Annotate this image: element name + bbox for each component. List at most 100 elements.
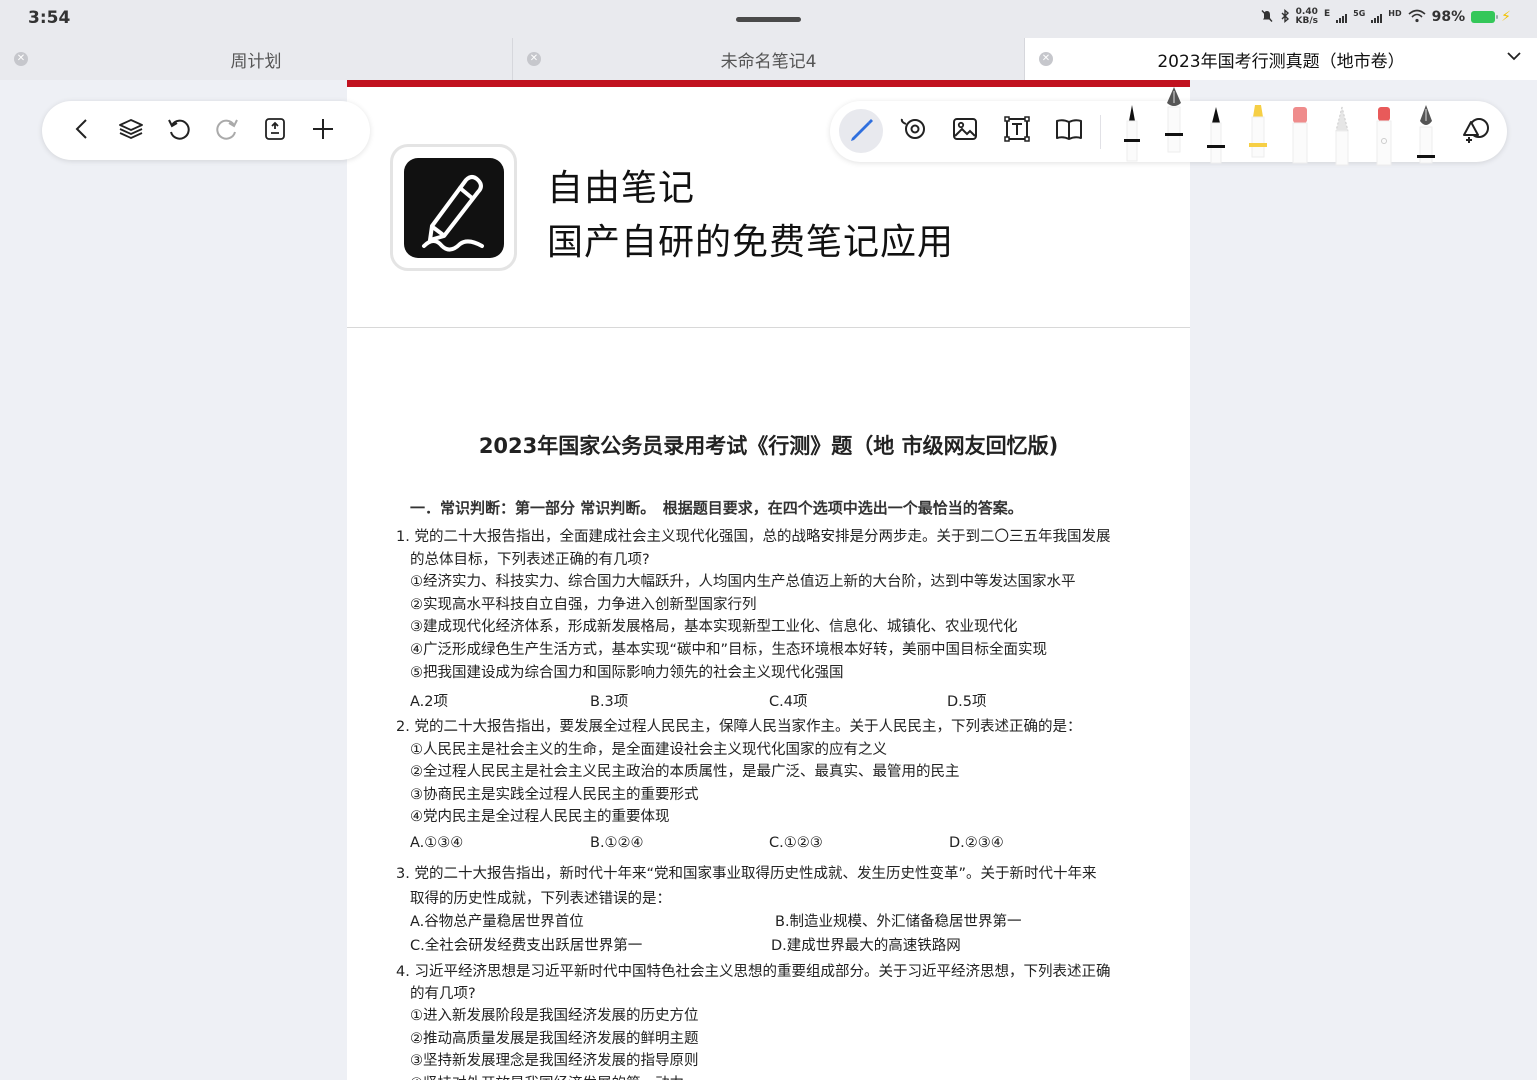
page-settings-button[interactable] xyxy=(260,116,290,146)
undo-button[interactable] xyxy=(164,116,194,146)
question-4-item: ①进入新发展阶段是我国经济发展的历史方位 xyxy=(410,1008,699,1024)
layers-button[interactable] xyxy=(116,116,146,146)
question-2-option-c: C.①②③ xyxy=(769,835,823,851)
toolbar-separator xyxy=(1100,115,1101,149)
banner-subtitle: 国产自研的免费笔记应用 xyxy=(547,222,955,263)
lasso-icon xyxy=(898,114,928,148)
question-4-item: ③坚持新发展理念是我国经济发展的指导原则 xyxy=(410,1053,699,1069)
question-1-option-d: D.5项 xyxy=(947,694,987,710)
signal-icon xyxy=(1336,11,1348,23)
question-1-option-c: C.4项 xyxy=(769,694,808,710)
redo-button[interactable] xyxy=(212,116,242,146)
calligraphy-pen[interactable] xyxy=(1411,99,1441,169)
mute-icon xyxy=(1260,9,1274,26)
close-icon[interactable]: ✕ xyxy=(527,52,541,66)
tab-bar: ✕ 周计划 ✕ 未命名笔记4 ✕ 2023年国考行测真题（地市卷） xyxy=(0,38,1537,80)
layers-icon xyxy=(118,116,144,146)
question-3-option-a: A.谷物总产量稳居世界首位 xyxy=(410,914,584,930)
charging-icon: ⚡ xyxy=(1501,9,1511,25)
eraser-tool[interactable] xyxy=(1285,105,1315,175)
question-4-item: ②推动高质量发展是我国经济发展的鲜明主题 xyxy=(410,1031,699,1047)
question-1-item: ④广泛形成绿色生产生活方式，基本实现“碳中和”目标，生态环境根本好转，美丽中国目… xyxy=(410,642,1048,658)
back-chevron-icon xyxy=(70,116,96,146)
tab-weekly-plan[interactable]: ✕ 周计划 xyxy=(0,38,513,80)
close-icon[interactable]: ✕ xyxy=(14,52,28,66)
multitask-grabber[interactable] xyxy=(736,17,801,22)
question-4-item: ④坚持对外开放是我国经济发展的第一动力 xyxy=(410,1072,684,1080)
add-icon xyxy=(310,116,336,146)
status-indicators: 0.40 KB/s E 5G HD 98% ⚡ xyxy=(1260,8,1511,26)
question-1-option-a: A.2项 xyxy=(410,694,448,710)
text-box-button[interactable] xyxy=(995,109,1039,153)
status-bar: 3:54 0.40 KB/s E 5G HD 98% ⚡ xyxy=(0,0,1537,38)
ballpoint-pen[interactable] xyxy=(1201,103,1231,173)
question-2-option-d: D.②③④ xyxy=(949,835,1004,851)
banner-title: 自由笔记 xyxy=(547,168,696,209)
right-toolbar xyxy=(830,87,1507,166)
question-2-option-b: B.①②④ xyxy=(590,835,644,851)
section-heading: 一．常识判断：第一部分 常识判断。 根据题目要求，在四个选项中选出一个最恰当的答… xyxy=(410,499,1023,517)
exam-title: 2023年国家公务员录用考试《行测》题（地 市级网友回忆版) xyxy=(478,434,1059,458)
page-settings-icon xyxy=(262,116,288,146)
image-icon xyxy=(950,114,980,148)
question-3-option-c: C.全社会研发经费支出跃居世界第一 xyxy=(410,938,643,954)
lasso-button[interactable] xyxy=(891,109,935,153)
status-time: 3:54 xyxy=(28,8,71,28)
left-toolbar xyxy=(42,101,370,160)
text-box-icon xyxy=(1002,114,1032,148)
net-type: E xyxy=(1324,9,1331,19)
question-1-item: ②实现高水平科技自立自强，力争进入创新型国家行列 xyxy=(410,597,757,613)
redo-icon xyxy=(214,116,240,146)
signal-2-icon xyxy=(1371,11,1383,23)
back-button[interactable] xyxy=(68,116,98,146)
question-3-line1: 3. 党的二十大报告指出，新时代十年来“党和国家事业取得历史性成就、发生历史性变… xyxy=(396,866,1097,882)
question-2-option-a: A.①③④ xyxy=(410,835,464,851)
shapes-button[interactable] xyxy=(1454,109,1498,153)
battery-icon xyxy=(1471,11,1499,23)
shapes-icon xyxy=(1461,114,1491,148)
net-speed: 0.40 KB/s xyxy=(1295,7,1318,26)
battery-percent: 98% xyxy=(1431,9,1466,25)
question-3-option-b: B.制造业规模、外汇储备稳居世界第一 xyxy=(775,914,1022,930)
app-logo-frame xyxy=(390,144,517,271)
question-1-item: ①经济实力、科技实力、综合国力大幅跃升，人均国内生产总值迈上新的大台阶，达到中等… xyxy=(410,574,1076,590)
book-icon xyxy=(1054,114,1084,148)
book-button[interactable] xyxy=(1047,109,1091,153)
hd-label: HD xyxy=(1388,8,1402,18)
tab-exam-doc[interactable]: ✕ 2023年国考行测真题（地市卷） xyxy=(1025,38,1537,80)
question-2-line1: 2. 党的二十大报告指出，要发展全过程人民民主，保障人民当家作主。关于人民民主，… xyxy=(396,719,1082,735)
question-1-line1: 1. 党的二十大报告指出，全面建成社会主义现代化强国，总的战略安排是分两步走。关… xyxy=(396,529,1111,545)
page-top-accent xyxy=(347,80,1190,87)
image-button[interactable] xyxy=(943,109,987,153)
tab-untitled-note[interactable]: ✕ 未命名笔记4 xyxy=(513,38,1025,80)
question-1-item: ⑤把我国建设成为综合国力和国际影响力领先的社会主义现代化强国 xyxy=(410,665,844,681)
add-page-button[interactable] xyxy=(308,116,338,146)
question-3-line2: 取得的历史性成就，下列表述错误的是： xyxy=(410,891,671,907)
document-page[interactable]: 自由笔记 国产自研的免费笔记应用 2023年国家公务员录用考试《行测》题（地 市… xyxy=(347,87,1190,1080)
question-1-item: ③建成现代化经济体系，形成新发展格局，基本实现新型工业化、信息化、城镇化、农业现… xyxy=(410,619,1018,635)
tab-label: 2023年国考行测真题（地市卷） xyxy=(1157,51,1405,72)
undo-icon xyxy=(166,116,192,146)
pen-tool-icon xyxy=(846,114,876,148)
tab-label: 未命名笔记4 xyxy=(720,51,817,72)
tab-label: 周计划 xyxy=(230,51,282,72)
question-1-option-b: B.3项 xyxy=(590,694,629,710)
question-2-item: ②全过程人民民主是社会主义民主政治的本质属性，是最广泛、最真实、最管用的民主 xyxy=(410,764,960,780)
close-icon[interactable]: ✕ xyxy=(1039,52,1053,66)
question-3-option-d: D.建成世界最大的高速铁路网 xyxy=(771,938,961,954)
question-4-line1: 4. 习近平经济思想是习近平新时代中国特色社会主义思想的重要组成部分。关于习近平… xyxy=(396,964,1111,980)
bluetooth-icon xyxy=(1280,8,1290,26)
signal-label: 5G xyxy=(1353,8,1366,18)
pencil-tool[interactable] xyxy=(1327,103,1357,173)
app-logo-icon xyxy=(404,158,504,258)
fountain-pen[interactable] xyxy=(1159,87,1189,157)
pen-tool-button[interactable] xyxy=(839,109,883,153)
highlighter-pen[interactable] xyxy=(1243,103,1273,173)
marker-pen[interactable] xyxy=(1369,105,1399,175)
banner-divider xyxy=(347,327,1190,328)
chevron-down-icon[interactable] xyxy=(1505,47,1523,70)
wifi-icon xyxy=(1408,9,1426,26)
question-2-item: ③协商民主是实践全过程人民民主的重要形式 xyxy=(410,787,699,803)
fineliner-pen[interactable] xyxy=(1117,99,1147,169)
question-2-item: ①人民民主是社会主义的生命，是全面建设社会主义现代化国家的应有之义 xyxy=(410,742,887,758)
